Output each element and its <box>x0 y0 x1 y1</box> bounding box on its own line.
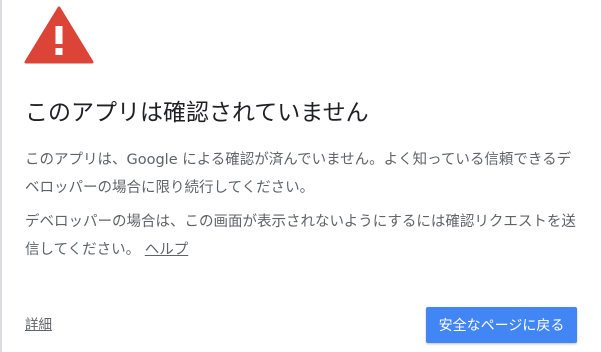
back-to-safety-button[interactable]: 安全なページに戻る <box>426 307 577 343</box>
page-title: このアプリは確認されていません <box>25 100 369 126</box>
warning-description: このアプリは、Google による確認が済んでいません。よく知っている信頼できる… <box>25 152 572 196</box>
page-left-border <box>0 0 2 352</box>
developer-info: デベロッパーの場合は、この画面が表示されないようにするには確認リクエストを送信し… <box>25 208 585 264</box>
details-link[interactable]: 詳細 <box>25 314 52 336</box>
warning-triangle-icon <box>24 6 94 64</box>
developer-info-text: デベロッパーの場合は、この画面が表示されないようにするには確認リクエストを送信し… <box>25 214 576 258</box>
help-link[interactable]: ヘルプ <box>145 242 189 258</box>
